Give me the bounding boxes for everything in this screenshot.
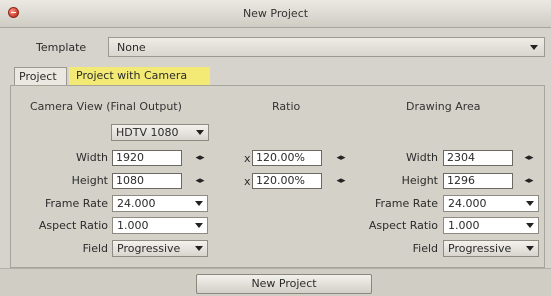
chevron-down-icon xyxy=(526,223,534,228)
drawing-field-select[interactable]: Progressive xyxy=(443,240,539,257)
tab-project-with-camera[interactable]: Project with Camera xyxy=(69,67,210,85)
drawing-aspect-ratio-select[interactable]: 1.000 xyxy=(443,217,539,234)
chevron-down-icon xyxy=(195,246,203,251)
drawing-width-field[interactable]: 2304 xyxy=(443,150,513,166)
drawing-frame-rate-select[interactable]: 24.000 xyxy=(443,195,539,212)
drawing-frame-rate-label: Frame Rate xyxy=(375,197,438,210)
drawing-field-value: Progressive xyxy=(448,242,512,255)
tab-project[interactable]: Project xyxy=(14,67,67,85)
chevron-down-icon xyxy=(196,130,204,135)
camera-height-field[interactable]: 1080 xyxy=(112,173,182,189)
template-select[interactable]: None xyxy=(108,37,545,57)
camera-preset-select[interactable]: HDTV 1080 xyxy=(111,124,209,141)
drawing-height-label: Height xyxy=(401,174,438,187)
camera-frame-rate-label: Frame Rate xyxy=(45,197,108,210)
ratio-height-field[interactable]: 120.00% xyxy=(252,173,322,189)
chevron-down-icon xyxy=(530,45,538,50)
new-project-dialog: New Project Template None Project Projec… xyxy=(0,0,551,296)
stepper-arrows-icon[interactable]: ◂▸ xyxy=(336,176,346,186)
camera-height-label: Height xyxy=(71,174,108,187)
camera-preset-value: HDTV 1080 xyxy=(116,126,179,139)
stepper-arrows-icon[interactable]: ◂▸ xyxy=(195,176,205,186)
drawing-field-label: Field xyxy=(412,242,438,255)
camera-field-select[interactable]: Progressive xyxy=(112,240,208,257)
new-project-button[interactable]: New Project xyxy=(196,274,372,294)
title-bar: New Project xyxy=(0,0,551,28)
chevron-down-icon xyxy=(195,201,203,206)
stepper-arrows-icon[interactable]: ◂▸ xyxy=(195,153,205,163)
camera-width-label: Width xyxy=(76,151,108,164)
camera-frame-rate-select[interactable]: 24.000 xyxy=(112,195,208,212)
ratio-heading: Ratio xyxy=(272,100,301,113)
drawing-area-heading: Drawing Area xyxy=(406,100,481,113)
drawing-aspect-ratio-label: Aspect Ratio xyxy=(368,219,438,232)
camera-width-field[interactable]: 1920 xyxy=(112,150,182,166)
camera-aspect-ratio-label: Aspect Ratio xyxy=(38,219,108,232)
chevron-down-icon xyxy=(195,223,203,228)
window-title: New Project xyxy=(242,7,309,20)
camera-aspect-ratio-select[interactable]: 1.000 xyxy=(112,217,208,234)
chevron-down-icon xyxy=(526,246,534,251)
drawing-height-field[interactable]: 1296 xyxy=(443,173,513,189)
ratio-width-field[interactable]: 120.00% xyxy=(252,150,322,166)
stepper-arrows-icon[interactable]: ◂▸ xyxy=(524,176,534,186)
template-label: Template xyxy=(36,41,87,54)
chevron-down-icon xyxy=(526,201,534,206)
ratio-height-prefix: x xyxy=(244,175,251,188)
ratio-width-prefix: x xyxy=(244,152,251,165)
drawing-frame-rate-value: 24.000 xyxy=(448,197,487,210)
camera-field-label: Field xyxy=(82,242,108,255)
stepper-arrows-icon[interactable]: ◂▸ xyxy=(336,153,346,163)
camera-frame-rate-value: 24.000 xyxy=(117,197,156,210)
template-value: None xyxy=(117,41,146,54)
stepper-arrows-icon[interactable]: ◂▸ xyxy=(524,153,534,163)
camera-view-heading: Camera View (Final Output) xyxy=(30,100,182,113)
camera-aspect-ratio-value: 1.000 xyxy=(117,219,149,232)
drawing-aspect-ratio-value: 1.000 xyxy=(448,219,480,232)
camera-field-value: Progressive xyxy=(117,242,181,255)
drawing-width-label: Width xyxy=(406,151,438,164)
